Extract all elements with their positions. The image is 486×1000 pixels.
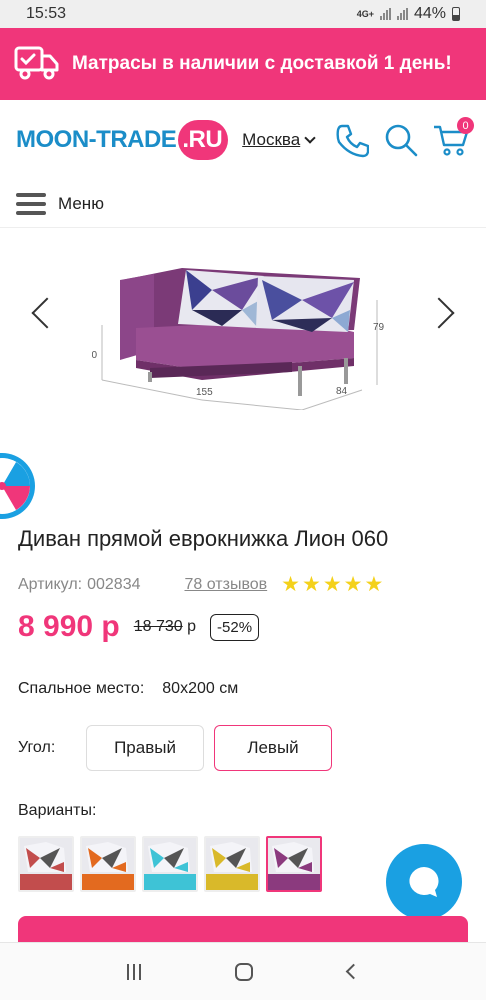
- signal-icon-2: [396, 8, 408, 20]
- product-image[interactable]: 79 40 155 84: [92, 240, 392, 410]
- promo-banner[interactable]: Матрасы в наличии с доставкой 1 день!: [0, 28, 486, 100]
- status-indicators: 4G+ 44%: [357, 5, 460, 23]
- gallery-prev-arrow[interactable]: [31, 297, 63, 329]
- sku-label: Артикул:: [18, 575, 83, 593]
- promo-text: Матрасы в наличии с доставкой 1 день!: [72, 53, 452, 74]
- home-icon[interactable]: [235, 962, 254, 981]
- variant-swatch[interactable]: [18, 836, 74, 892]
- product-meta: Артикул: 002834 78 отзывов ★ ★ ★ ★ ★: [18, 572, 468, 597]
- old-price-currency: р: [187, 618, 197, 635]
- battery-percent: 44%: [413, 5, 446, 22]
- corner-label: Угол:: [18, 739, 56, 756]
- variant-swatch[interactable]: [142, 836, 198, 892]
- star-icon: ★: [301, 573, 321, 596]
- sku-value: 002834: [87, 575, 141, 593]
- header-actions: 0: [332, 117, 474, 159]
- back-icon[interactable]: [345, 963, 362, 980]
- cart-count-badge: 0: [457, 117, 474, 134]
- star-icon: ★: [281, 573, 300, 596]
- discount-badge: -52%: [210, 613, 260, 641]
- fortune-wheel-icon[interactable]: [0, 450, 38, 522]
- menu-toggle[interactable]: Меню: [0, 180, 486, 228]
- corner-selector: Угол: Правый Левый: [18, 725, 342, 771]
- star-icon: ★: [322, 573, 342, 596]
- menu-label: Меню: [58, 193, 104, 213]
- variants-label: Варианты:: [18, 802, 97, 819]
- variant-swatch[interactable]: [204, 836, 260, 892]
- reviews-link[interactable]: 78 отзывов: [184, 576, 267, 594]
- phone-icon: [336, 124, 369, 158]
- hamburger-icon: [16, 192, 46, 215]
- old-price: 18 730 р: [134, 618, 196, 636]
- chevron-down-icon: [304, 132, 316, 144]
- product-gallery: 79 40 155 84: [0, 232, 486, 412]
- corner-option-left[interactable]: Левый: [214, 725, 332, 771]
- sleeping-place: Спальное место: 80x200 см: [18, 680, 238, 698]
- old-price-value: 18 730: [133, 618, 183, 635]
- search-icon: [385, 124, 418, 157]
- variant-swatch[interactable]: [80, 836, 136, 892]
- dim-width: 155: [196, 387, 213, 398]
- city-name: Москва: [242, 130, 301, 149]
- variant-list: [18, 836, 322, 892]
- dim-height: 79: [373, 322, 385, 333]
- status-bar: 15:53 4G+ 44%: [0, 0, 486, 28]
- price-row: 8 990 р 18 730 р -52%: [18, 610, 260, 644]
- star-icon: ★: [343, 573, 363, 596]
- recent-apps-icon[interactable]: [127, 963, 142, 980]
- city-selector[interactable]: Москва: [242, 130, 316, 150]
- chat-button[interactable]: [386, 844, 462, 920]
- dim-depth: 84: [336, 386, 348, 397]
- logo-main: MOON-TRADE: [16, 126, 177, 153]
- rating-stars: ★ ★ ★ ★ ★: [281, 572, 383, 597]
- current-price: 8 990 р: [18, 610, 120, 643]
- phone-button[interactable]: [332, 121, 370, 159]
- sleeping-label: Спальное место:: [18, 680, 145, 697]
- search-button[interactable]: [382, 121, 420, 159]
- status-time: 15:53: [26, 5, 67, 22]
- variant-swatch[interactable]: [266, 836, 322, 892]
- logo-suffix: .RU: [178, 120, 229, 160]
- network-type: 4G+: [356, 9, 374, 19]
- site-header: MOON-TRADE .RU Москва 0: [0, 100, 486, 180]
- android-navbar: [0, 942, 486, 1000]
- signal-icon: [379, 8, 391, 20]
- star-icon: ★: [364, 573, 384, 596]
- delivery-truck-icon: [14, 46, 59, 80]
- battery-icon: [452, 7, 460, 21]
- corner-option-right[interactable]: Правый: [86, 725, 204, 771]
- chat-icon: [409, 867, 439, 897]
- cart-button[interactable]: 0: [432, 117, 474, 159]
- dim-seat: 40: [92, 350, 98, 361]
- product-title: Диван прямой еврокнижка Лион 060: [18, 526, 389, 551]
- sleeping-value: 80x200 см: [162, 680, 239, 697]
- gallery-next-arrow[interactable]: [423, 297, 455, 329]
- site-logo[interactable]: MOON-TRADE .RU: [16, 120, 229, 160]
